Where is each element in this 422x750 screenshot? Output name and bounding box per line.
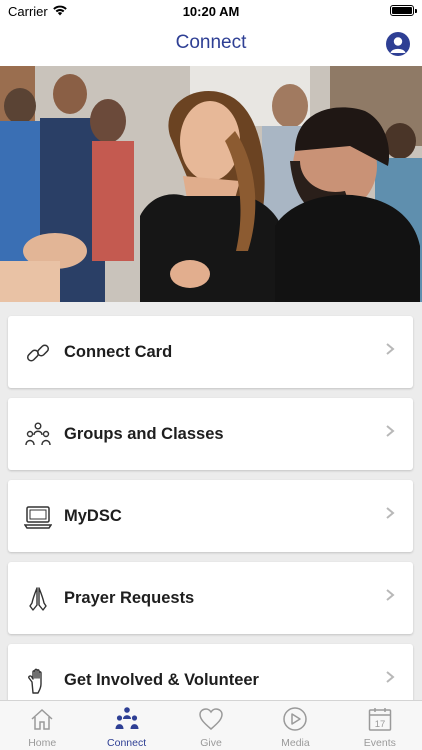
chevron-right-icon <box>386 671 395 683</box>
menu-item-label: MyDSC <box>64 507 122 525</box>
menu-list: Connect Card Groups and Classes MyDSC Pr… <box>8 316 413 726</box>
chevron-right-icon <box>386 507 395 519</box>
tab-label: Media <box>281 737 310 749</box>
prayer-requests-item[interactable]: Prayer Requests <box>8 562 413 634</box>
menu-item-label: Get Involved & Volunteer <box>64 671 259 689</box>
chevron-right-icon <box>386 589 395 601</box>
profile-button[interactable] <box>386 32 410 56</box>
navigation-bar: Connect <box>0 22 422 66</box>
connect-icon <box>115 707 139 729</box>
tab-media[interactable]: Media <box>253 701 337 750</box>
calendar-icon: 17 <box>368 708 392 731</box>
mydsc-item[interactable]: MyDSC <box>8 480 413 552</box>
tab-home[interactable]: Home <box>0 701 84 750</box>
chevron-right-icon <box>386 343 395 355</box>
tab-label: Events <box>363 737 396 749</box>
tab-label: Give <box>200 737 222 749</box>
tab-bar: Home Connect Give Media 17 Events <box>0 700 422 750</box>
groups-and-classes-item[interactable]: Groups and Classes <box>8 398 413 470</box>
battery-icon <box>390 5 417 16</box>
tab-connect[interactable]: Connect <box>84 701 168 750</box>
people-photo <box>0 66 422 302</box>
menu-item-label: Connect Card <box>64 343 173 361</box>
laptop-icon <box>24 506 52 529</box>
menu-item-label: Prayer Requests <box>64 589 195 607</box>
heart-icon <box>199 708 223 730</box>
status-bar: Carrier 10:20 AM <box>0 0 422 22</box>
tab-label: Home <box>28 737 57 749</box>
raised-hand-icon <box>28 668 42 694</box>
praying-hands-icon <box>29 587 47 611</box>
connect-card-item[interactable]: Connect Card <box>8 316 413 388</box>
home-icon <box>31 708 53 730</box>
clock: 10:20 AM <box>182 4 240 19</box>
user-icon <box>390 37 406 53</box>
tab-label: Connect <box>107 737 147 749</box>
calendar-day-text: 17 <box>375 719 386 730</box>
group-icon <box>25 422 51 446</box>
page-title: Connect <box>175 32 247 53</box>
hero-image <box>0 66 422 302</box>
tab-give[interactable]: Give <box>169 701 253 750</box>
play-icon <box>283 707 308 731</box>
chevron-right-icon <box>386 425 395 437</box>
tab-events[interactable]: 17 Events <box>338 701 422 750</box>
menu-item-label: Groups and Classes <box>64 425 224 443</box>
link-icon <box>26 344 50 362</box>
